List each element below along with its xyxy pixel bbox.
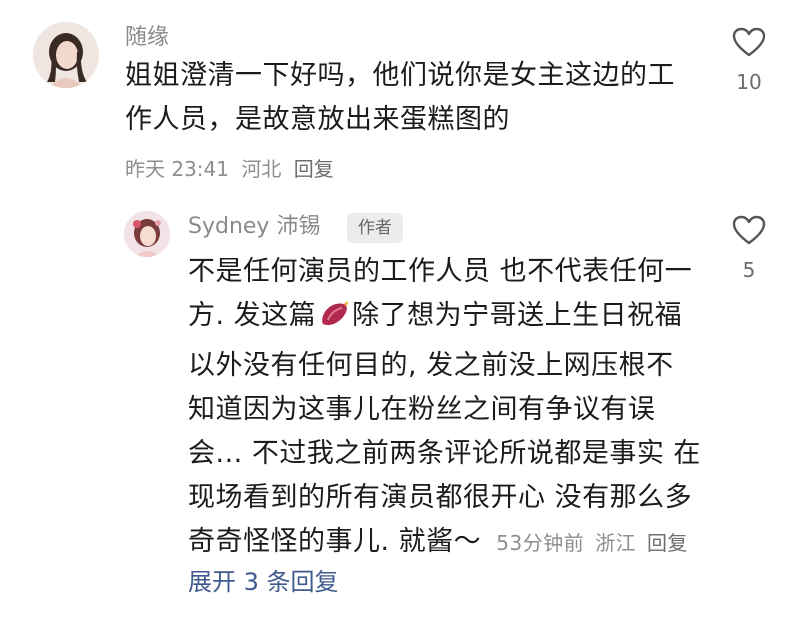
commenter-avatar-image xyxy=(33,22,99,88)
comment-text-line: 作人员，是故意放出来蛋糕图的 xyxy=(125,104,510,135)
reply-location: 浙江 xyxy=(595,531,637,555)
reply-text-line-rest: 除了想为宁哥送上生日祝福 xyxy=(352,300,683,331)
author-avatar[interactable] xyxy=(124,211,170,257)
comment-reply-button[interactable]: 回复 xyxy=(294,157,334,181)
comment-time: 昨天 23:41 xyxy=(125,157,229,181)
reply-text-line: 现场看到的所有演员都很开心 没有那么多 xyxy=(188,482,693,513)
author-avatar-image xyxy=(124,211,170,257)
reply-time: 53分钟前 xyxy=(496,531,585,555)
comment-text-line: 姐姐澄清一下好吗，他们说你是女主这边的工 xyxy=(125,60,675,91)
reply-text-line: 以外没有任何目的, 发之前没上网压根不 xyxy=(188,350,674,381)
comment-like-count: 10 xyxy=(736,70,762,94)
comment-location: 河北 xyxy=(241,157,282,181)
comment-meta: 昨天 23:41 河北 回复 xyxy=(125,155,340,183)
reply-text-line: 知道因为这事儿在粉丝之间有争议有误 xyxy=(188,394,656,425)
expand-replies-button[interactable]: 展开 3 条回复 xyxy=(188,567,339,597)
reply-text-line: 不是任何演员的工作人员 也不代表任何一 xyxy=(188,256,693,287)
reply-reply-button[interactable]: 回复 xyxy=(647,531,688,555)
reply-text-line: 方. 发这篇 除了想为宁哥送上生日祝福 xyxy=(188,294,708,344)
reply-meta: 53分钟前 浙江 回复 xyxy=(496,531,688,555)
comment-text: 姐姐澄清一下好吗，他们说你是女主这边的工 作人员，是故意放出来蛋糕图的 xyxy=(125,54,725,142)
reply-text-prefix: 方. 发这篇 xyxy=(188,300,317,331)
reply-text-line: 会... 不过我之前两条评论所说都是事实 在 xyxy=(188,438,701,469)
commenter-username[interactable]: 随缘 xyxy=(125,24,169,52)
heart-outline-icon xyxy=(732,27,766,57)
reply-like-button[interactable]: 5 xyxy=(729,215,769,283)
commenter-avatar[interactable] xyxy=(33,22,99,88)
reply-text-line: 奇奇怪怪的事儿. 就酱～ 53分钟前 浙江 回复 xyxy=(188,520,708,565)
sweet-potato-icon xyxy=(318,300,350,344)
comment-like-button[interactable]: 10 xyxy=(729,27,769,95)
reply-text: 不是任何演员的工作人员 也不代表任何一 方. 发这篇 除了想为宁哥送上生日祝福 … xyxy=(188,250,708,565)
author-badge: 作者 xyxy=(347,213,403,243)
reply-like-count: 5 xyxy=(742,258,756,282)
author-username[interactable]: Sydney 沛锡 xyxy=(188,213,320,241)
reply-text-last: 奇奇怪怪的事儿. 就酱～ xyxy=(188,526,482,557)
heart-outline-icon xyxy=(732,215,766,245)
